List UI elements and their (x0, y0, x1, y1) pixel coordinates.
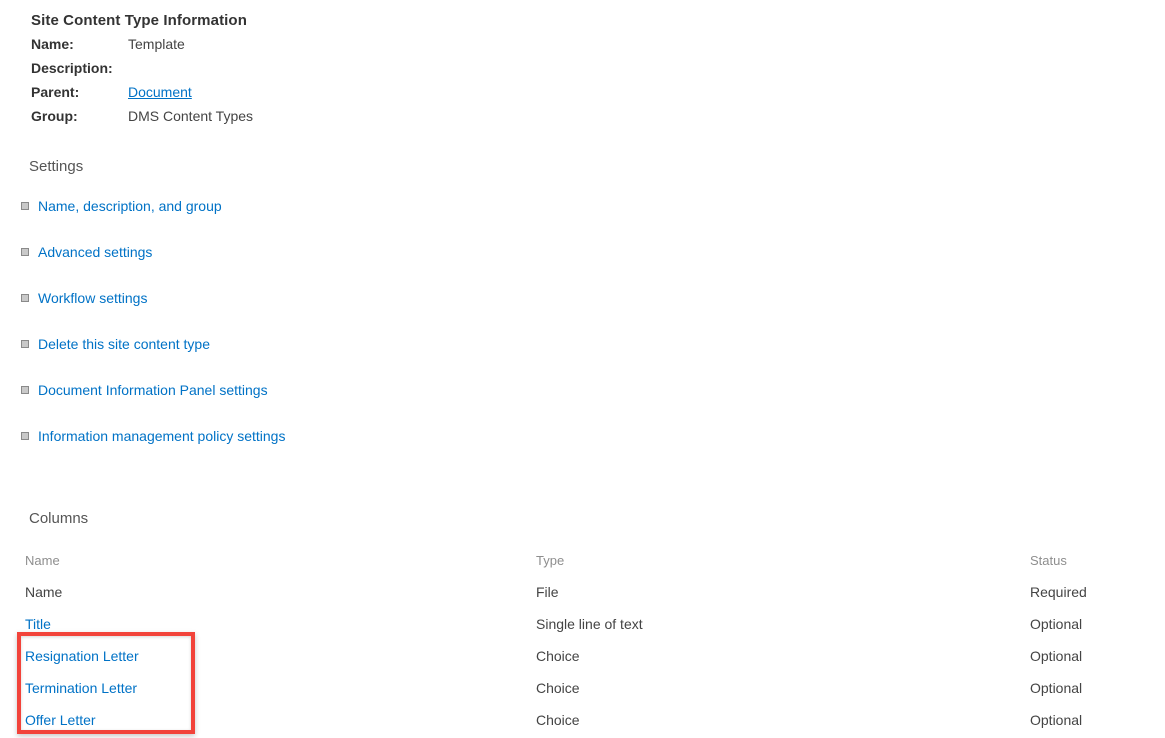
settings-link[interactable]: Delete this site content type (38, 336, 210, 352)
columns-table-header: Name Type Status (0, 544, 1165, 576)
info-row-label: Description: (31, 60, 113, 76)
square-bullet-icon (21, 432, 29, 440)
column-cell-type: Single line of text (536, 616, 643, 632)
column-name-link[interactable]: Termination Letter (25, 680, 137, 696)
column-cell-name[interactable]: Termination Letter (0, 672, 536, 704)
info-row-label: Name: (31, 36, 74, 52)
square-bullet-icon (21, 386, 29, 394)
columns-heading: Columns (29, 510, 89, 527)
column-cell-type: Choice (536, 712, 580, 728)
info-row: Name: Template (31, 36, 253, 60)
settings-link[interactable]: Advanced settings (38, 244, 152, 260)
settings-heading: Settings (29, 158, 84, 175)
column-cell-status: Required (1030, 584, 1087, 600)
info-rows: Name: Template Description: Parent: Document… (31, 36, 253, 132)
square-bullet-icon (21, 294, 29, 302)
info-row-value-link[interactable]: Document (128, 84, 192, 100)
settings-list-item[interactable]: Workflow settings (21, 290, 285, 336)
settings-list-item[interactable]: Name, description, and group (21, 198, 285, 244)
column-name-link[interactable]: Offer Letter (25, 712, 96, 728)
column-header-status: Status (1030, 552, 1067, 568)
column-cell-name[interactable]: Title (0, 608, 536, 640)
column-cell-type: File (536, 584, 559, 600)
settings-link-list: Name, description, and group Advanced set… (21, 198, 285, 474)
settings-list-item[interactable]: Information management policy settings (21, 428, 285, 474)
settings-list-item[interactable]: Advanced settings (21, 244, 285, 290)
square-bullet-icon (21, 248, 29, 256)
info-row: Group: DMS Content Types (31, 108, 253, 132)
settings-link[interactable]: Document Information Panel settings (38, 382, 268, 398)
column-header-type: Type (536, 552, 565, 568)
info-row: Parent: Document (31, 84, 253, 108)
square-bullet-icon (21, 340, 29, 348)
info-row-label: Parent: (31, 84, 80, 100)
column-cell-name[interactable]: Offer Letter (0, 704, 536, 736)
settings-link[interactable]: Name, description, and group (38, 198, 222, 214)
info-row: Description: (31, 60, 253, 84)
column-header-name: Name (25, 552, 60, 568)
column-cell-status: Optional (1030, 712, 1083, 728)
site-content-type-information: Site Content Type Information Name: Templ… (31, 12, 253, 132)
settings-list-item[interactable]: Delete this site content type (21, 336, 285, 382)
column-cell-name: Name (25, 584, 63, 600)
column-cell-status: Optional (1030, 680, 1083, 696)
column-cell-status: Optional (1030, 648, 1083, 664)
column-cell-type: Choice (536, 680, 580, 696)
columns-table-body: Name File Required Title Single line of text… (0, 576, 1165, 736)
column-cell-name[interactable]: Resignation Letter (0, 640, 536, 672)
column-name-link[interactable]: Resignation Letter (25, 648, 139, 664)
table-row: Termination Letter Choice Optional (0, 672, 1165, 704)
info-row-value: Template (128, 36, 185, 52)
page-title: Site Content Type Information (31, 12, 247, 29)
table-header-row: Name Type Status (0, 544, 1165, 576)
info-row-value: DMS Content Types (128, 108, 254, 124)
settings-list-item[interactable]: Document Information Panel settings (21, 382, 285, 428)
columns-table: Name Type Status Name File Required Title Si… (0, 544, 1165, 736)
settings-link[interactable]: Information management policy settings (38, 428, 285, 444)
column-name-link[interactable]: Title (25, 616, 51, 632)
column-cell-status: Optional (1030, 616, 1083, 632)
table-row: Offer Letter Choice Optional (0, 704, 1165, 736)
table-row: Resignation Letter Choice Optional (0, 640, 1165, 672)
info-row-label: Group: (31, 108, 78, 124)
square-bullet-icon (21, 202, 29, 210)
table-row: Name File Required (0, 576, 1165, 608)
table-row: Title Single line of text Optional (0, 608, 1165, 640)
settings-link[interactable]: Workflow settings (38, 290, 147, 306)
column-cell-type: Choice (536, 648, 580, 664)
